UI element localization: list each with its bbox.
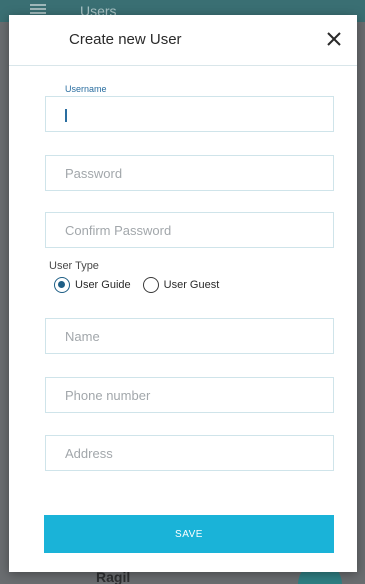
radio-user-guest[interactable]: User Guest [142,277,220,293]
username-field [45,96,334,132]
radio-label: User Guide [75,279,131,291]
username-input[interactable] [46,97,333,131]
address-field [45,435,334,471]
confirm-password-input[interactable] [46,213,333,247]
phone-field [45,377,334,413]
radio-label: User Guest [163,279,220,291]
name-field [45,318,334,354]
create-user-dialog: Create new User Username User Type User … [9,15,357,572]
confirm-password-field [45,212,334,248]
name-input[interactable] [46,319,333,353]
dialog-header: Create new User [9,15,357,66]
close-icon[interactable] [323,28,345,50]
address-input[interactable] [46,436,333,470]
user-type-label: User Type [49,260,99,272]
user-type-radio-group: User Guide User Guest [54,276,231,294]
radio-unselected-icon[interactable] [142,277,159,293]
password-field [45,155,334,191]
save-button[interactable]: SAVE [44,515,334,553]
phone-input[interactable] [46,378,333,412]
radio-user-guide[interactable]: User Guide [54,277,131,293]
menu-icon[interactable] [30,4,46,14]
text-cursor [65,109,67,122]
radio-selected-icon[interactable] [54,277,70,293]
dialog-title: Create new User [69,31,182,48]
username-label: Username [65,84,107,94]
password-input[interactable] [46,156,333,190]
